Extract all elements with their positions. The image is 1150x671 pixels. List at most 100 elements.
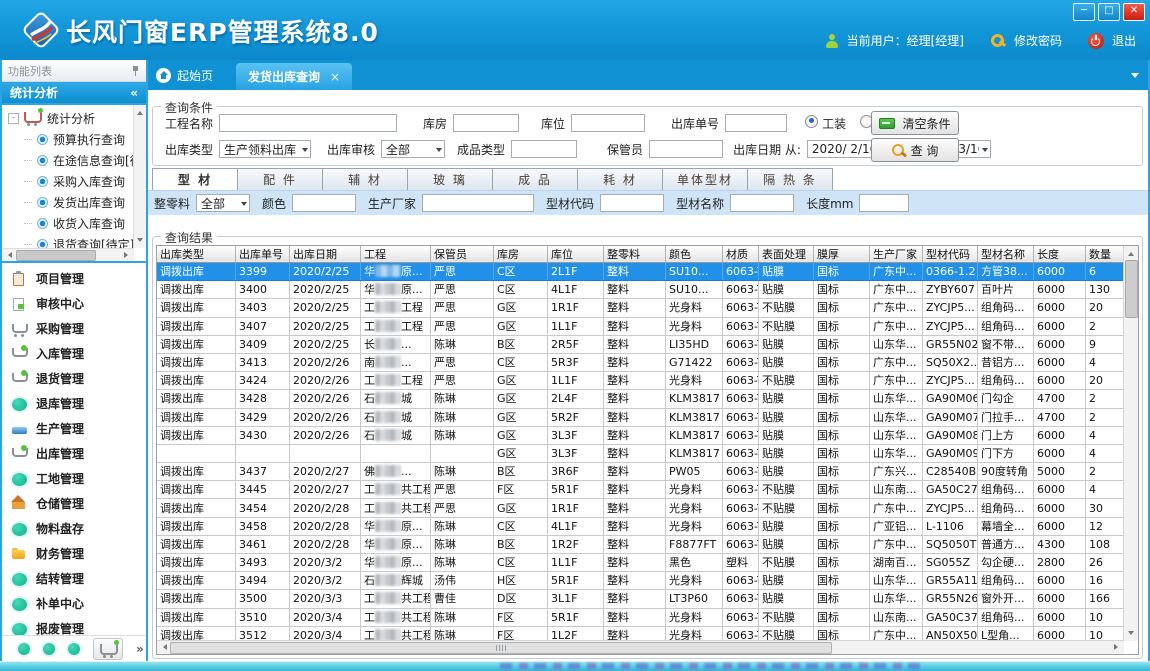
table-row[interactable]: 调拨出库34942020/3/2石辉城汤伟H区5R1F整料光身料6063-T5贴…	[157, 572, 1124, 590]
cell[interactable]: 广东中...	[870, 299, 923, 317]
pin-icon[interactable]	[131, 65, 140, 76]
circle-icon[interactable]	[43, 643, 55, 655]
cell[interactable]: 4700	[1034, 390, 1086, 408]
cell[interactable]: 不贴膜	[759, 626, 814, 641]
cell[interactable]	[290, 444, 361, 462]
cell[interactable]: 1L2F	[548, 626, 604, 641]
cell[interactable]: 3454	[236, 499, 290, 517]
cell[interactable]: 调拨出库	[157, 335, 236, 353]
cell[interactable]: 6000	[1034, 299, 1086, 317]
cell[interactable]: GA50C37	[923, 608, 978, 626]
cell[interactable]: 整料	[604, 408, 666, 426]
cell[interactable]: G区	[494, 444, 548, 462]
cell[interactable]: 广东中...	[870, 372, 923, 390]
cell[interactable]: 国标	[814, 499, 870, 517]
location-input[interactable]	[571, 114, 645, 132]
cell[interactable]: 2020/2/25	[290, 263, 361, 281]
tree-item[interactable]: 预算执行查询	[4, 129, 133, 150]
cell[interactable]: 整料	[604, 372, 666, 390]
cell[interactable]: 石城	[361, 426, 431, 444]
table-row[interactable]: 调拨出库34132020/2/26南...严思C区5R3F整料G71422606…	[157, 353, 1124, 371]
cell[interactable]: 山东华...	[870, 426, 923, 444]
cell[interactable]: 6	[1086, 263, 1125, 281]
cell[interactable]: 1L1F	[548, 554, 604, 572]
cell[interactable]: G区	[494, 390, 548, 408]
cell[interactable]: 石城	[361, 390, 431, 408]
cell[interactable]: 山东南...	[870, 481, 923, 499]
cell[interactable]: 2L4F	[548, 390, 604, 408]
cell[interactable]: 山东华...	[870, 335, 923, 353]
cell[interactable]: 光身料	[666, 608, 723, 626]
clear-conditions-button[interactable]: 清空条件	[871, 111, 959, 135]
cell[interactable]: 山东华...	[870, 408, 923, 426]
cell[interactable]: ZYCJP5...	[923, 299, 978, 317]
vertical-scrollbar[interactable]	[1123, 246, 1138, 641]
table-row[interactable]: 调拨出库35002020/3/3工共工程曹佳D区3L1F整料LT3P606063…	[157, 590, 1124, 608]
cell[interactable]: 国标	[814, 426, 870, 444]
logout-link[interactable]: 退出	[1112, 32, 1136, 49]
cell[interactable]: 国标	[814, 590, 870, 608]
cell[interactable]: 5R2F	[548, 408, 604, 426]
sidebar-item-入库管理[interactable]: 入库管理	[2, 341, 146, 366]
cell[interactable]: 整料	[604, 390, 666, 408]
sidebar-item-项目管理[interactable]: 项目管理	[2, 266, 146, 291]
cell[interactable]: C区	[494, 517, 548, 535]
cell[interactable]: GA90M09.	[923, 444, 978, 462]
cell[interactable]: 贴膜	[759, 281, 814, 299]
cell[interactable]: 2L1F	[548, 263, 604, 281]
column-header-长度[interactable]: 长度	[1034, 246, 1086, 263]
cell[interactable]: 4	[1086, 426, 1125, 444]
column-header-整零料[interactable]: 整零料	[604, 246, 666, 263]
cell[interactable]: 6000	[1034, 590, 1086, 608]
cell[interactable]	[361, 444, 431, 462]
cell[interactable]: G区	[494, 299, 548, 317]
cell[interactable]: 3428	[236, 390, 290, 408]
cell[interactable]: 国标	[814, 535, 870, 553]
cell[interactable]: GR55A11	[923, 572, 978, 590]
cell[interactable]: SU10...	[666, 281, 723, 299]
cell[interactable]: 华原...	[361, 535, 431, 553]
sidebar-item-退货管理[interactable]: 退货管理	[2, 366, 146, 391]
cell[interactable]: 汤伟	[431, 572, 494, 590]
cell[interactable]: 华原...	[361, 554, 431, 572]
column-header-颜色[interactable]: 颜色	[666, 246, 723, 263]
cell[interactable]: 陈琳	[431, 535, 494, 553]
cell[interactable]: 广东中...	[870, 317, 923, 335]
cell[interactable]: 黑色	[666, 554, 723, 572]
cell[interactable]: GA90M08.	[923, 426, 978, 444]
cell[interactable]: 工共工程	[361, 499, 431, 517]
cell[interactable]: 整料	[604, 608, 666, 626]
table-row[interactable]: 调拨出库34612020/2/28华原...陈琳B区1R2F整料F8877FT6…	[157, 535, 1124, 553]
cell[interactable]: 严思	[431, 299, 494, 317]
material-tab[interactable]: 耗 材	[578, 168, 663, 191]
cell[interactable]: 贴膜	[759, 517, 814, 535]
cell[interactable]: 整料	[604, 317, 666, 335]
cell[interactable]: 窗外开...	[978, 590, 1034, 608]
cell[interactable]: 20	[1086, 372, 1125, 390]
cell[interactable]: PW05	[666, 463, 723, 481]
cell[interactable]: 6063-T5	[723, 572, 759, 590]
cell[interactable]: 湖南百...	[870, 554, 923, 572]
cell[interactable]: 贴膜	[759, 444, 814, 462]
cell[interactable]: 12	[1086, 517, 1125, 535]
cell[interactable]: 2R5F	[548, 335, 604, 353]
cell[interactable]: 2020/2/26	[290, 426, 361, 444]
cell[interactable]: 广亚铝...	[870, 517, 923, 535]
project-name-input[interactable]	[219, 114, 397, 132]
sidebar-item-审核中心[interactable]: 审核中心	[2, 291, 146, 316]
cell[interactable]: 3400	[236, 281, 290, 299]
cell[interactable]: 6063-T5	[723, 626, 759, 641]
cell[interactable]: 陈琳	[431, 626, 494, 641]
cell[interactable]: 国标	[814, 335, 870, 353]
cell[interactable]: SQ5050T20	[923, 535, 978, 553]
column-header-出库类型[interactable]: 出库类型	[157, 246, 236, 263]
cell[interactable]: 严思	[431, 281, 494, 299]
close-button[interactable]: ✕	[1123, 3, 1145, 21]
cell[interactable]: 调拨出库	[157, 481, 236, 499]
cell[interactable]: 2020/3/4	[290, 608, 361, 626]
cell[interactable]: 3403	[236, 299, 290, 317]
cell[interactable]: 长...	[361, 335, 431, 353]
cell[interactable]: 6063-T5	[723, 590, 759, 608]
cell[interactable]: 工工程	[361, 372, 431, 390]
tree-item[interactable]: 收货入库查询	[4, 213, 133, 234]
